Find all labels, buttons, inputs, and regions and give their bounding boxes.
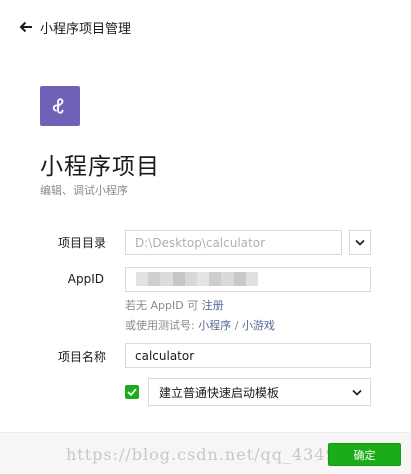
appid-masked-value	[136, 272, 259, 286]
test-account-text: 或使用测试号:	[125, 319, 195, 332]
footer-bar: https://blog.csdn.net/qq_4349 确定	[0, 432, 411, 474]
header: 小程序项目管理	[18, 17, 131, 37]
confirm-button[interactable]: 确定	[328, 443, 401, 466]
chevron-down-icon	[355, 239, 365, 246]
directory-dropdown-button[interactable]	[349, 230, 371, 255]
miniprogram-logo-glyph	[52, 98, 64, 114]
project-name-input[interactable]: calculator	[125, 343, 371, 368]
chevron-down-icon	[352, 389, 362, 396]
page-title: 小程序项目	[40, 154, 160, 180]
checkmark-icon	[127, 388, 137, 396]
watermark-text: https://blog.csdn.net/qq_4349	[66, 445, 337, 464]
project-name-label: 项目名称	[57, 350, 106, 364]
template-checkbox[interactable]	[125, 385, 139, 399]
directory-input[interactable]: D:\Desktop\calculator	[125, 230, 342, 255]
miniprogram-logo-icon	[40, 86, 80, 126]
arrow-left-icon[interactable]	[18, 19, 34, 35]
minigame-test-link[interactable]: 小游戏	[242, 319, 275, 332]
template-select[interactable]: 建立普通快速启动模板	[148, 378, 371, 406]
template-select-value: 建立普通快速启动模板	[159, 385, 280, 400]
appid-register-hint: 若无 AppID 可 注册	[125, 297, 224, 313]
appid-hint-text: 若无 AppID 可	[125, 299, 199, 312]
directory-label: 项目目录	[57, 236, 106, 250]
test-account-hint: 或使用测试号: 小程序 / 小游戏	[125, 317, 275, 333]
register-link[interactable]: 注册	[202, 299, 224, 312]
miniprogram-test-link[interactable]: 小程序	[198, 319, 231, 332]
header-title: 小程序项目管理	[40, 21, 132, 37]
page-subtitle: 编辑、调试小程序	[40, 184, 128, 197]
appid-label: AppID	[67, 272, 104, 286]
hint-separator: /	[234, 319, 239, 332]
